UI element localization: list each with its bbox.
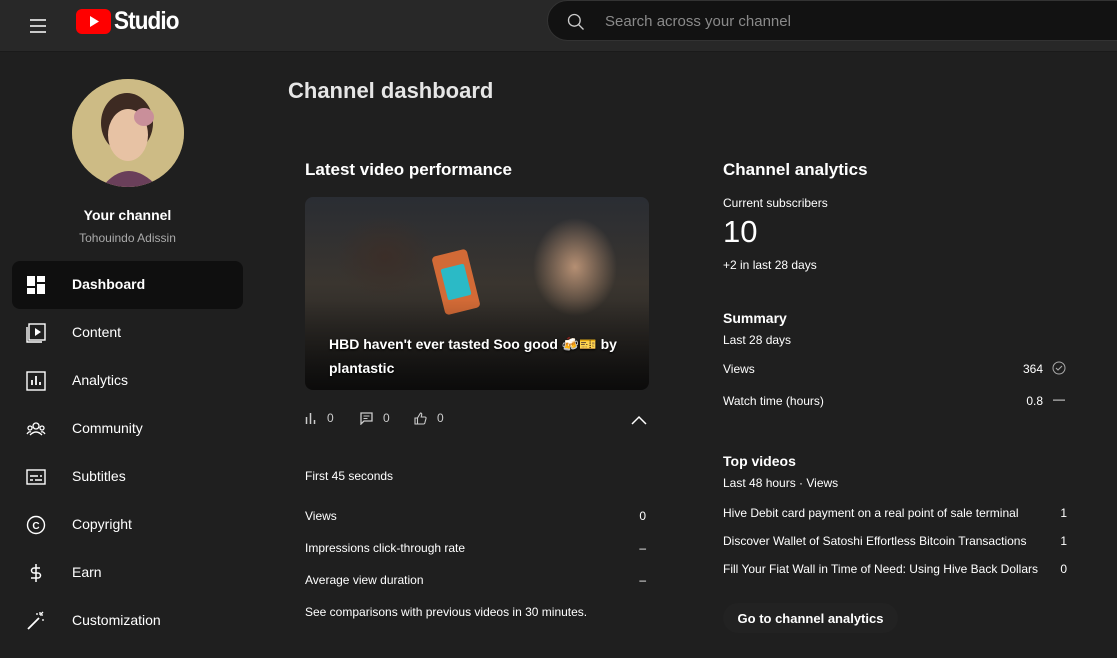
- sidebar-item-label: Copyright: [72, 516, 132, 532]
- thumbs-up-icon: [414, 411, 427, 425]
- menu-icon[interactable]: [26, 14, 50, 38]
- bar-chart-icon: [305, 413, 316, 424]
- sidebar-item-community[interactable]: Community: [12, 405, 243, 453]
- channel-avatar[interactable]: [72, 79, 184, 187]
- check-circle-icon: [1052, 361, 1066, 375]
- sidebar-item-label: Subtitles: [72, 468, 126, 484]
- sidebar-item-label: Community: [72, 420, 143, 436]
- metric-value: 0: [639, 509, 646, 523]
- top-videos-period: Last 48 hours · Views: [723, 476, 839, 490]
- top-videos-title: Top videos: [723, 453, 796, 469]
- earn-icon: [30, 564, 42, 582]
- search-input[interactable]: [603, 1, 1107, 42]
- likes-count: 0: [437, 411, 444, 425]
- metric-value: –: [639, 541, 646, 555]
- summary-metric-label: Watch time (hours): [723, 394, 824, 408]
- summary-metric-value: 364: [1022, 362, 1043, 376]
- magic-wand-icon: [27, 611, 44, 630]
- top-video-title[interactable]: Fill Your Fiat Wall in Time of Need: Usi…: [723, 562, 1051, 576]
- copyright-icon: C: [26, 515, 46, 535]
- sidebar-item-label: Customization: [72, 612, 161, 628]
- sidebar-item-label: Dashboard: [72, 276, 146, 292]
- likes-stat[interactable]: 0: [414, 411, 444, 425]
- summary-metric-value: 0.8: [1026, 394, 1043, 408]
- sidebar-item-analytics[interactable]: Analytics: [12, 357, 243, 405]
- svg-text:C: C: [32, 521, 39, 532]
- sidebar-item-content[interactable]: Content: [12, 309, 243, 357]
- latest-video-title: Latest video performance: [305, 160, 512, 179]
- subtitles-icon: [26, 469, 46, 485]
- period-label: First 45 seconds: [305, 469, 394, 483]
- sidebar-item-label: Content: [72, 324, 122, 340]
- subscribers-delta: +2 in last 28 days: [723, 258, 817, 272]
- studio-logo[interactable]: Studio: [76, 6, 186, 36]
- top-video-views: 0: [1060, 562, 1067, 576]
- content-icon: [26, 323, 46, 343]
- community-icon: [26, 422, 46, 436]
- top-video-title[interactable]: Discover Wallet of Satoshi Effortless Bi…: [723, 534, 1051, 548]
- dashboard-icon: [27, 276, 45, 294]
- go-to-analytics-button[interactable]: Go to channel analytics: [723, 603, 898, 633]
- search-bar[interactable]: [547, 0, 1117, 42]
- sidebar-item-earn[interactable]: Earn: [12, 549, 243, 597]
- subscribers-count: 10: [723, 214, 758, 249]
- comment-icon: [360, 411, 373, 425]
- top-header: Studio: [0, 0, 1117, 52]
- analytics-icon: [26, 371, 46, 391]
- summary-title: Summary: [723, 310, 787, 326]
- youtube-play-icon: [76, 8, 111, 34]
- comments-count: 0: [383, 411, 390, 425]
- top-video-views: 1: [1060, 506, 1067, 520]
- summary-metric-label: Views: [723, 362, 755, 376]
- video-title[interactable]: HBD haven't ever tasted Soo good 🍻🎫 by p…: [329, 332, 629, 380]
- views-stat[interactable]: 0: [305, 411, 334, 425]
- metric-label: Average view duration: [305, 573, 424, 587]
- dash-indicator: —: [1053, 392, 1065, 406]
- channel-handle: Tohouindo Adissin: [79, 231, 176, 245]
- comparison-note: See comparisons with previous videos in …: [305, 605, 588, 619]
- sidebar-item-copyright[interactable]: C Copyright: [12, 501, 243, 549]
- metric-label: Impressions click-through rate: [305, 541, 466, 555]
- subscribers-label: Current subscribers: [723, 196, 828, 210]
- sidebar-item-label: Analytics: [72, 372, 129, 388]
- sidebar: Your channel Tohouindo Adissin Dashboard…: [0, 52, 255, 658]
- search-icon[interactable]: [566, 12, 586, 32]
- chevron-up-icon[interactable]: [630, 411, 648, 429]
- channel-analytics-title: Channel analytics: [723, 160, 868, 179]
- views-count: 0: [327, 411, 334, 425]
- sidebar-item-customization[interactable]: Customization: [12, 597, 243, 645]
- channel-title[interactable]: Your channel: [0, 207, 255, 223]
- sidebar-item-dashboard[interactable]: Dashboard: [12, 261, 243, 309]
- video-thumbnail[interactable]: HBD haven't ever tasted Soo good 🍻🎫 by p…: [305, 197, 649, 390]
- metric-label: Views: [305, 509, 337, 523]
- summary-period: Last 28 days: [723, 333, 792, 347]
- sidebar-item-subtitles[interactable]: Subtitles: [12, 453, 243, 501]
- top-video-views: 1: [1060, 534, 1067, 548]
- page-title: Channel dashboard: [288, 78, 494, 103]
- sidebar-item-label: Earn: [72, 564, 102, 580]
- top-video-title[interactable]: Hive Debit card payment on a real point …: [723, 506, 1051, 520]
- comments-stat[interactable]: 0: [360, 411, 390, 425]
- metric-value: –: [639, 573, 646, 587]
- logo-text: Studio: [114, 6, 179, 35]
